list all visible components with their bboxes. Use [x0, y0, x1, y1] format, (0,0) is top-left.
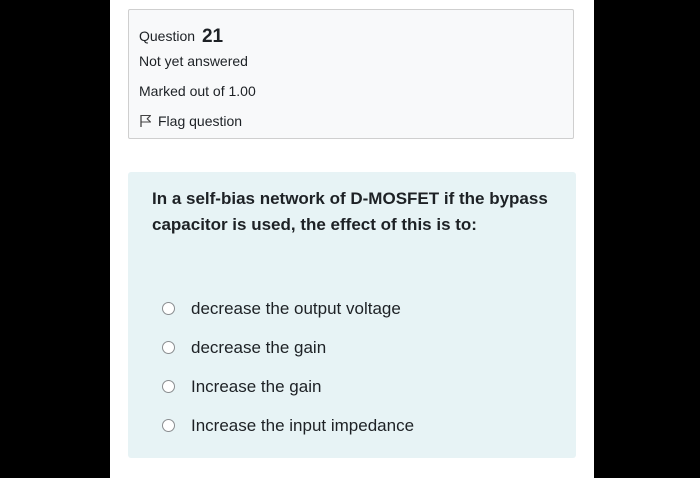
flag-icon	[139, 114, 152, 128]
answer-option[interactable]: decrease the gain	[162, 328, 414, 367]
question-status: Not yet answered	[139, 53, 248, 69]
flag-question-button[interactable]: Flag question	[139, 113, 242, 129]
quiz-page: Question 21 Not yet answered Marked out …	[110, 0, 594, 478]
answer-label: Increase the input impedance	[191, 415, 415, 435]
answer-option[interactable]: Increase the gain	[162, 367, 414, 406]
question-marks: Marked out of 1.00	[139, 83, 256, 99]
answer-label: decrease the gain	[191, 337, 327, 357]
question-number: 21	[201, 26, 224, 47]
answer-label: Increase the gain	[191, 376, 322, 396]
question-label: Question	[139, 28, 196, 44]
question-content: In a self-bias network of D-MOSFET if th…	[128, 172, 576, 458]
answer-option[interactable]: decrease the output voltage	[162, 289, 414, 328]
answer-label: decrease the output voltage	[191, 298, 401, 318]
question-text: In a self-bias network of D-MOSFET if th…	[152, 189, 548, 234]
radio-button[interactable]	[162, 419, 175, 432]
answer-option[interactable]: Increase the input impedance	[162, 406, 414, 445]
radio-button[interactable]	[162, 302, 175, 315]
question-heading: Question 21	[139, 26, 223, 48]
flag-question-label: Flag question	[158, 113, 243, 129]
radio-button[interactable]	[162, 341, 175, 354]
question-info-panel: Question 21 Not yet answered Marked out …	[128, 9, 574, 139]
radio-button[interactable]	[162, 380, 175, 393]
answer-options: decrease the output voltage decrease the…	[162, 289, 414, 445]
